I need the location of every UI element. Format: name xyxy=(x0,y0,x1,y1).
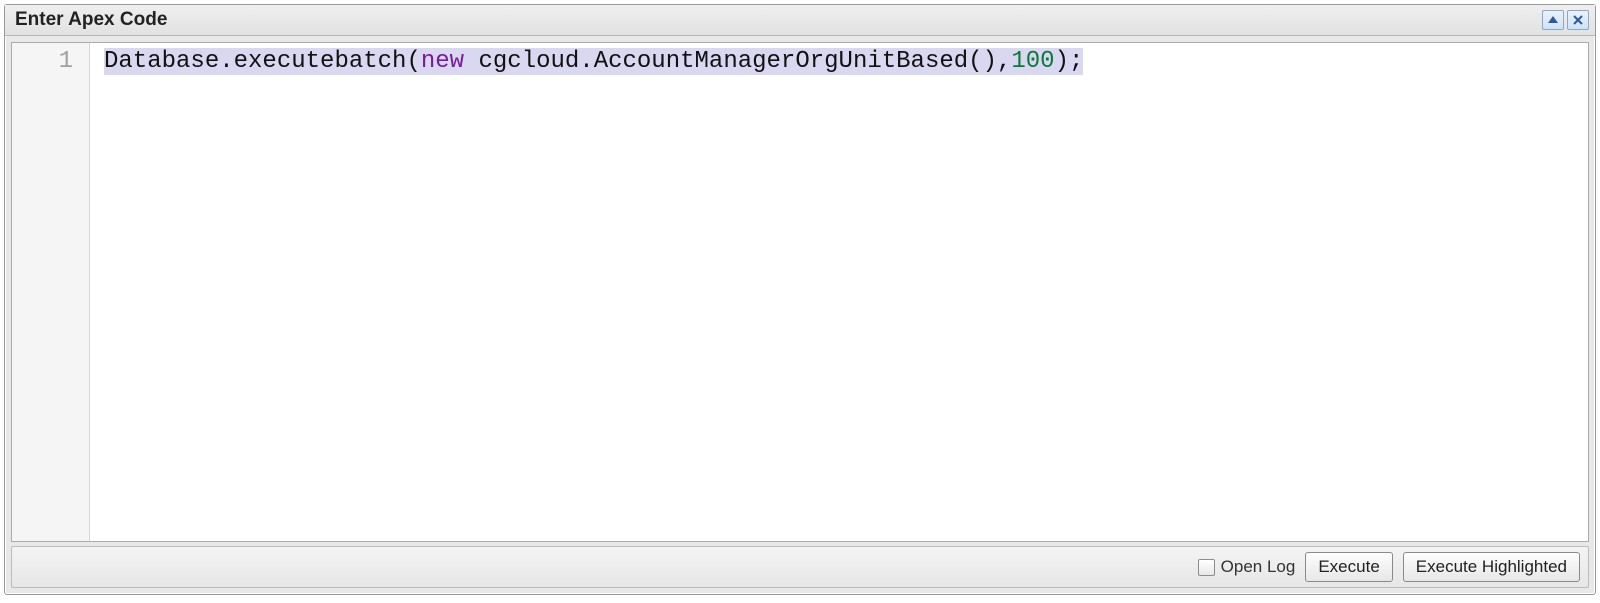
execute-highlighted-button[interactable]: Execute Highlighted xyxy=(1403,552,1580,582)
code-text: ); xyxy=(1055,48,1084,75)
code-area[interactable]: Database.executebatch(new cgcloud.Accoun… xyxy=(90,43,1588,541)
titlebar: Enter Apex Code xyxy=(5,5,1595,36)
number-literal: 100 xyxy=(1011,48,1054,75)
window-title: Enter Apex Code xyxy=(15,9,167,31)
checkbox-icon xyxy=(1198,559,1215,576)
open-log-label: Open Log xyxy=(1221,557,1296,577)
footer-toolbar: Open Log Execute Execute Highlighted xyxy=(11,546,1589,588)
code-selection: Database.executebatch(new cgcloud.Accoun… xyxy=(104,48,1083,75)
code-editor[interactable]: 1 Database.executebatch(new cgcloud.Acco… xyxy=(11,42,1589,542)
code-text: Database.executebatch( xyxy=(104,48,421,75)
close-icon xyxy=(1572,14,1584,26)
line-number: 1 xyxy=(12,47,89,77)
window-controls xyxy=(1542,10,1589,30)
close-button[interactable] xyxy=(1567,10,1589,30)
code-text: cgcloud.AccountManagerOrgUnitBased(), xyxy=(464,48,1011,75)
open-log-checkbox[interactable]: Open Log xyxy=(1198,557,1296,577)
chevron-up-icon xyxy=(1547,15,1559,25)
collapse-button[interactable] xyxy=(1542,10,1564,30)
line-gutter: 1 xyxy=(12,43,90,541)
keyword-new: new xyxy=(421,48,464,75)
apex-code-window: Enter Apex Code 1 Database.executebatch(… xyxy=(4,4,1596,595)
execute-button[interactable]: Execute xyxy=(1305,552,1392,582)
